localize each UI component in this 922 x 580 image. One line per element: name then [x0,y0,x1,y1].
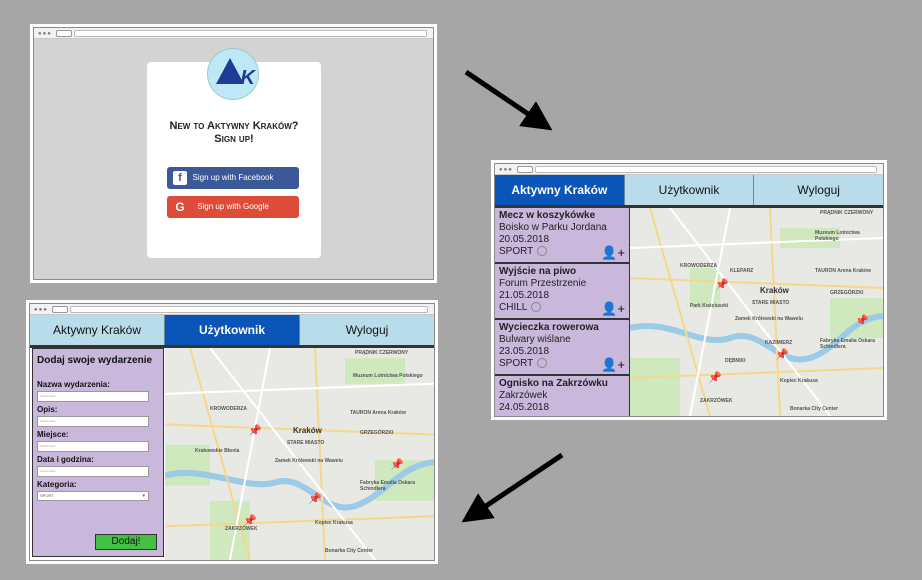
arrow-left-down-icon [461,452,564,523]
flow-arrows [461,69,564,523]
arrow-right-down-icon [464,69,553,131]
